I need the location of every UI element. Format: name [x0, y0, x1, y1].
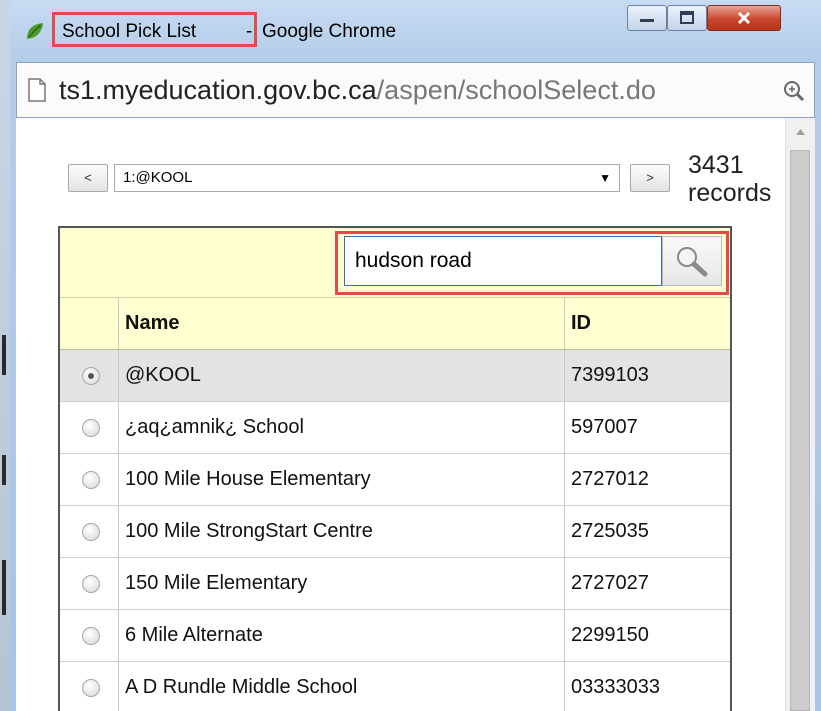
records-count: 3431 records	[688, 151, 771, 207]
desktop-mark	[2, 455, 6, 485]
magnifier-icon	[677, 247, 708, 277]
table-row[interactable]: 6 Mile Alternate 2299150	[60, 610, 730, 662]
school-id-cell: 2727027	[571, 572, 649, 594]
close-button[interactable]	[707, 5, 781, 31]
table-row[interactable]: @KOOL 7399103	[60, 350, 730, 402]
desktop-mark	[2, 560, 6, 615]
school-id-cell: 2725035	[571, 520, 649, 542]
dropdown-arrow-icon: ▼	[599, 171, 611, 185]
school-name-cell: @KOOL	[125, 364, 201, 386]
address-bar[interactable]: ts1.myeducation.gov.bc.ca/aspen/schoolSe…	[16, 62, 815, 118]
window-title-separator: -	[246, 21, 253, 42]
table-row[interactable]: ¿aq¿amnik¿ School 597007	[60, 402, 730, 454]
school-name-cell: 100 Mile StrongStart Centre	[125, 520, 373, 542]
records-count-label: records	[688, 179, 772, 207]
filter-row	[60, 228, 730, 298]
row-radio-button[interactable]	[82, 367, 100, 385]
column-header-id[interactable]: ID	[565, 298, 730, 349]
browser-window: School Pick List - Google Chrome ts1.mye…	[10, 0, 821, 711]
row-radio-button[interactable]	[82, 679, 100, 697]
next-page-button[interactable]: >	[630, 164, 670, 192]
school-select-value: 1:@KOOL	[123, 169, 193, 186]
window-title-tab: School Pick List	[62, 21, 197, 42]
school-id-cell: 597007	[571, 416, 638, 438]
column-header-name[interactable]: Name	[119, 298, 564, 349]
desktop-mark	[2, 335, 6, 375]
minimize-icon	[640, 19, 654, 22]
close-icon	[737, 11, 751, 25]
search-input[interactable]	[344, 236, 662, 286]
school-id-cell: 2299150	[571, 624, 649, 646]
scroll-up-icon[interactable]	[786, 118, 815, 146]
grid-header-row: Name ID	[60, 298, 730, 350]
prev-page-button[interactable]: <	[68, 164, 108, 192]
window-title-app: Google Chrome	[262, 21, 397, 42]
vertical-scrollbar[interactable]	[785, 118, 815, 711]
records-count-value: 3431	[688, 151, 744, 179]
search-button[interactable]	[662, 236, 722, 286]
school-select[interactable]: 1:@KOOL ▼	[114, 164, 620, 192]
desktop-background	[0, 0, 10, 711]
table-row[interactable]: A D Rundle Middle School 03333033	[60, 662, 730, 711]
row-radio-button[interactable]	[82, 575, 100, 593]
zoom-icon[interactable]	[782, 79, 806, 103]
row-radio-button[interactable]	[82, 627, 100, 645]
table-row[interactable]: 100 Mile House Elementary 2727012	[60, 454, 730, 506]
maximize-icon	[680, 11, 694, 24]
school-id-cell: 2727012	[571, 468, 649, 490]
grid-rows: @KOOL 7399103 ¿aq¿amnik¿ School 597007 1…	[60, 350, 730, 711]
school-name-cell: 100 Mile House Elementary	[125, 468, 371, 490]
page-content: < 1:@KOOL ▼ > 3431 records hudson road N…	[16, 118, 815, 711]
school-name-cell: 150 Mile Elementary	[125, 572, 308, 594]
minimize-button[interactable]	[627, 5, 667, 31]
school-id-cell: 03333033	[571, 676, 660, 698]
url-path: /aspen/schoolSelect.do	[376, 75, 656, 105]
url-text[interactable]: ts1.myeducation.gov.bc.ca/aspen/schoolSe…	[59, 75, 656, 106]
title-bar[interactable]: School Pick List - Google Chrome	[10, 0, 821, 62]
table-row[interactable]: 150 Mile Elementary 2727027	[60, 558, 730, 610]
row-radio-button[interactable]	[82, 523, 100, 541]
chrome-leaf-icon	[27, 23, 43, 39]
maximize-button[interactable]	[667, 5, 707, 31]
school-name-cell: 6 Mile Alternate	[125, 624, 263, 646]
school-id-cell: 7399103	[571, 364, 649, 386]
school-name-cell: ¿aq¿amnik¿ School	[125, 416, 304, 438]
scrollbar-thumb[interactable]	[790, 150, 810, 711]
page-icon	[28, 78, 46, 102]
row-radio-button[interactable]	[82, 419, 100, 437]
school-name-cell: A D Rundle Middle School	[125, 676, 358, 698]
table-row[interactable]: 100 Mile StrongStart Centre 2725035	[60, 506, 730, 558]
row-radio-button[interactable]	[82, 471, 100, 489]
url-host: ts1.myeducation.gov.bc.ca	[59, 75, 377, 105]
school-grid: Name ID @KOOL 7399103 ¿aq¿amnik¿ School …	[58, 226, 732, 711]
